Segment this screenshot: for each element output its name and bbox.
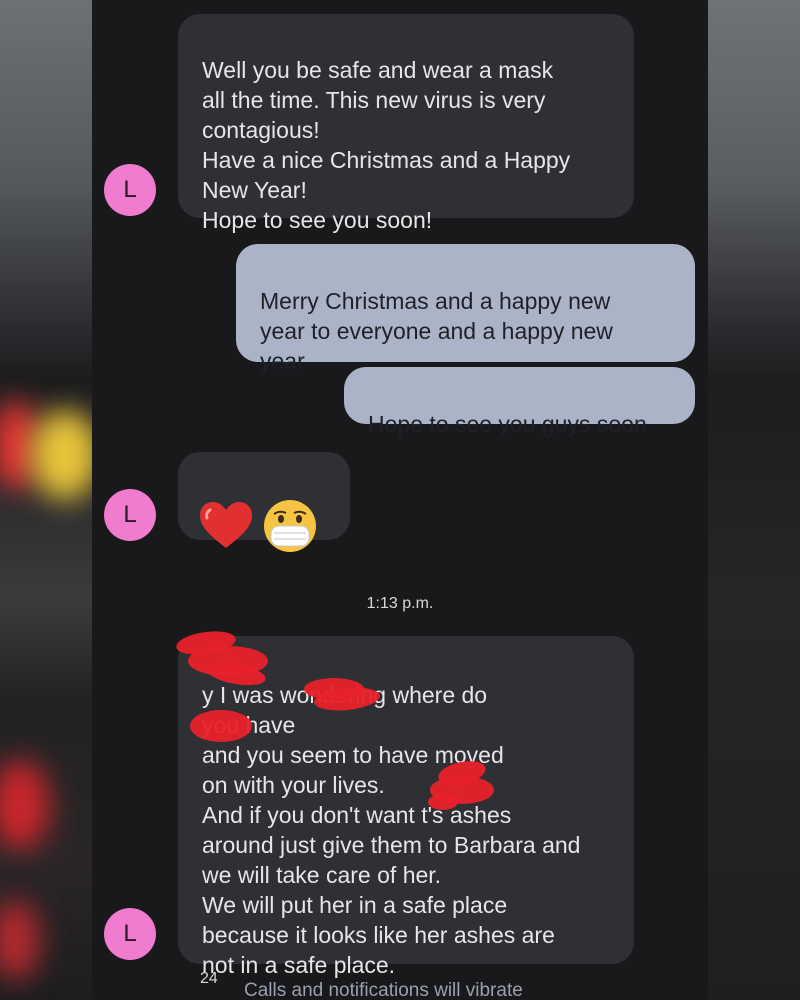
blurred-background-right (708, 0, 800, 1000)
contact-avatar[interactable]: L (104, 164, 156, 216)
avatar-letter: L (123, 176, 137, 203)
contact-avatar[interactable]: L (104, 908, 156, 960)
message-text: Merry Christmas and a happy new year to … (260, 288, 613, 374)
outgoing-message-bubble[interactable]: Hope to see you guys soon (344, 367, 695, 437)
incoming-message-bubble[interactable]: Well you be safe and wear a mask all the… (178, 14, 634, 233)
message-timestamp: 1:13 p.m. (366, 595, 434, 612)
blurred-red-shape (0, 760, 50, 850)
avatar-letter: L (123, 920, 137, 947)
vibrate-notice: Calls and notifications will vibrate (244, 980, 523, 1000)
emoji-row (198, 498, 330, 554)
heart-emoji (200, 502, 252, 548)
footer-count: 24 (200, 970, 218, 987)
message-text: Hope to see you guys soon (368, 411, 647, 437)
mask-face-emoji (264, 500, 316, 552)
chat-screen[interactable]: Well you be safe and wear a mask all the… (92, 0, 708, 1000)
redaction-scribble (428, 794, 458, 810)
incoming-emoji-bubble[interactable] (178, 452, 350, 552)
outgoing-message-bubble[interactable]: Merry Christmas and a happy new year to … (236, 244, 695, 374)
blurred-yellow-shape (30, 410, 92, 500)
redaction-scribble (190, 710, 252, 742)
message-text: y I was wondering where do you have and … (202, 682, 581, 978)
avatar-letter: L (123, 501, 137, 528)
blurred-background-left (0, 0, 92, 1000)
contact-avatar[interactable]: L (104, 489, 156, 541)
message-text: Well you be safe and wear a mask all the… (202, 57, 571, 233)
blurred-red-shape (0, 900, 40, 980)
screenshot-frame: Well you be safe and wear a mask all the… (0, 0, 800, 1000)
